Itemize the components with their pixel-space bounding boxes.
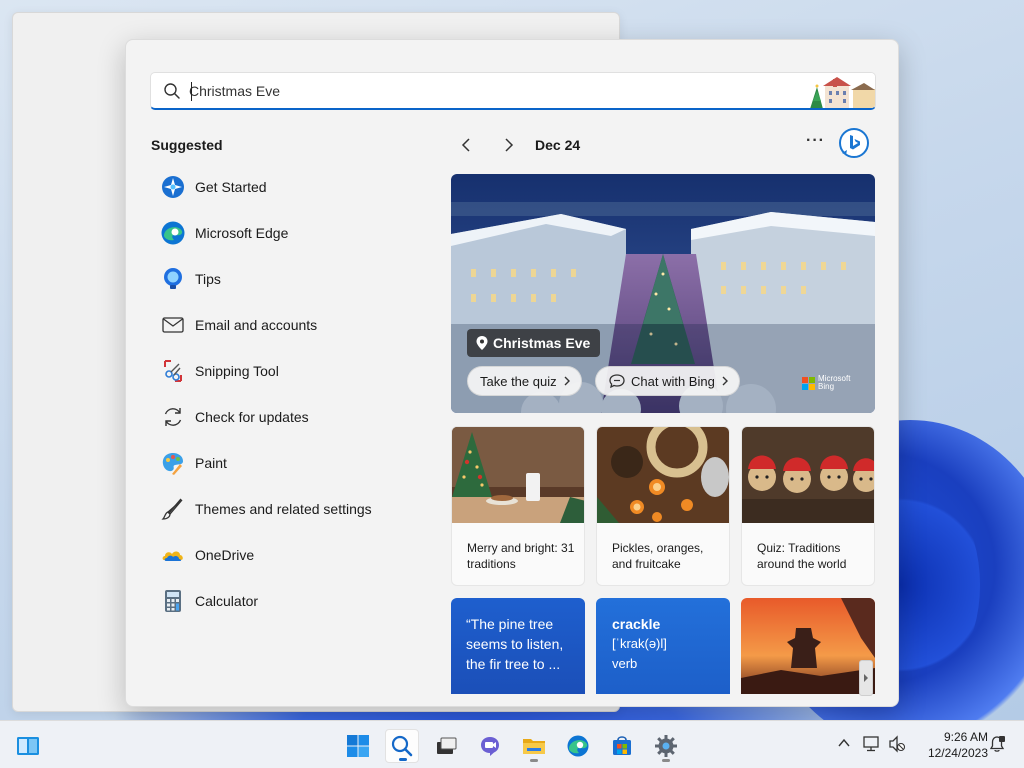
sunset-landmark-image [741,598,875,694]
suggested-themes-and-related-settings[interactable]: Themes and related settings [150,486,430,532]
edge-taskbar-button[interactable] [561,729,595,763]
edge-icon [160,220,186,246]
network-icon[interactable] [862,735,882,753]
highlight-card-quiz[interactable]: Quiz: Traditions around the world [741,426,875,586]
task-view-icon [437,737,457,754]
scroll-right-button[interactable] [859,660,873,696]
system-clock[interactable]: 9:26 AM 12/24/2023 [912,729,988,761]
store-icon [613,736,631,755]
caret-right-icon [864,674,868,682]
task-view-button[interactable] [429,729,463,763]
hero-title: Christmas Eve [493,335,591,351]
search-icon [391,735,413,757]
speaker-muted-icon[interactable] [888,735,906,753]
sunset-image-tile[interactable] [741,598,875,694]
card-caption: Pickles, oranges, and fruitcake [612,541,704,571]
suggested-email-and-accounts[interactable]: Email and accounts [150,302,430,348]
highlight-card-traditions[interactable]: Merry and bright: 31 traditions [451,426,585,586]
widgets-icon [17,737,39,755]
chevron-right-icon [722,376,728,386]
highlight-card-food[interactable]: Pickles, oranges, and fruitcake [596,426,730,586]
card-image-christmas-table [452,427,584,523]
paint-icon [160,450,186,476]
pronunciation: [ˈkrak(ə)l] [612,636,667,651]
suggested-get-started[interactable]: Get Started [150,164,430,210]
file-explorer-button[interactable] [517,729,551,763]
get-started-icon [160,174,186,200]
refresh-icon [160,404,186,430]
suggested-onedrive[interactable]: OneDrive [150,532,430,578]
file-explorer-icon [523,739,545,754]
suggested-tips[interactable]: Tips [150,256,430,302]
suggested-snipping-tool[interactable]: Snipping Tool [150,348,430,394]
brush-icon [160,496,186,522]
chat-button[interactable] [473,729,507,763]
clock-time: 9:26 AM [943,730,988,744]
chat-bubble-icon [609,374,625,389]
search-taskbar-button[interactable] [385,729,419,763]
edge-icon [567,735,589,757]
suggested-microsoft-edge[interactable]: Microsoft Edge [150,210,430,256]
chevron-up-icon[interactable] [836,735,852,751]
search-flyout: Suggested Get Started Microsoft Edge Tip… [125,39,899,707]
chat-with-bing-button[interactable]: Chat with Bing [595,366,740,396]
search-icon [164,83,180,99]
settings-button[interactable] [649,729,683,763]
take-quiz-button[interactable]: Take the quiz [467,366,582,396]
location-pin-icon [476,336,488,350]
suggested-calculator[interactable]: Calculator [150,578,430,624]
highlight-date: Dec 24 [535,137,581,153]
windows-start-icon [347,735,369,757]
part-of-speech: verb [612,656,638,671]
quote-tile[interactable]: “The pine tree seems to listen, the fir … [451,598,585,694]
word-of-the-day-tile[interactable]: crackle [ˈkrak(ə)l] verb [596,598,730,694]
mail-icon [160,312,186,338]
search-box[interactable] [150,72,876,110]
start-button[interactable] [341,729,375,763]
search-highlight-art [807,73,875,108]
suggested-heading: Suggested [151,137,223,153]
snipping-tool-icon [160,358,186,384]
taskbar: 9:26 AM 12/24/2023 [0,720,1024,768]
suggested-check-for-updates[interactable]: Check for updates [150,394,430,440]
word: crackle [612,616,661,632]
card-caption: Merry and bright: 31 traditions [467,541,575,571]
microsoft-bing-logo: Microsoft Bing [802,375,850,391]
store-button[interactable] [605,729,639,763]
search-input[interactable] [189,73,789,108]
settings-icon [655,735,677,757]
card-caption: Quiz: Traditions around the world [757,541,847,571]
calculator-icon [160,588,186,614]
suggested-list: Get Started Microsoft Edge Tips Email an… [150,164,430,624]
more-options-button[interactable]: ··· [806,132,825,150]
chevron-left-icon[interactable] [456,134,478,156]
text-caret [191,82,192,101]
tips-icon [160,266,186,292]
card-image-holiday-food [597,427,729,523]
hero-title-badge[interactable]: Christmas Eve [467,329,601,357]
onedrive-icon [160,542,186,568]
bing-chat-icon[interactable] [838,127,870,159]
chevron-right-icon [564,376,570,386]
clock-date: 12/24/2023 [927,746,988,760]
widgets-button[interactable] [11,729,45,763]
chat-icon [481,737,499,756]
card-image-traditions [742,427,874,523]
suggested-paint[interactable]: Paint [150,440,430,486]
notifications-icon[interactable] [988,735,1006,753]
hero-card[interactable]: Christmas Eve Take the quiz Chat with Bi… [451,174,875,413]
chevron-right-icon[interactable] [497,134,519,156]
